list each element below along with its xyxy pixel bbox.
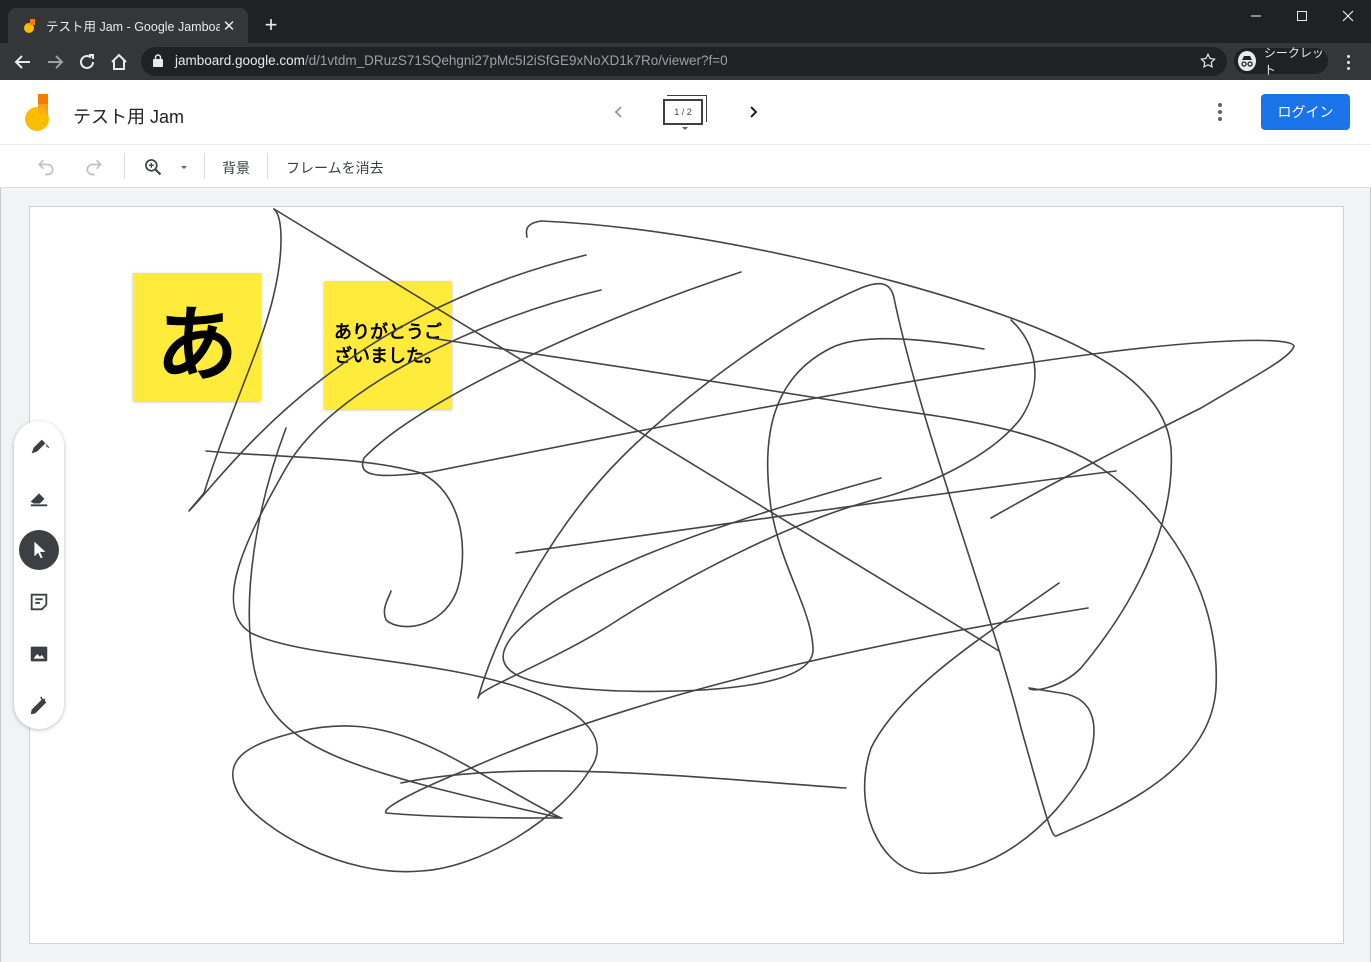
bookmark-star-icon[interactable] — [1199, 52, 1217, 75]
minimize-icon[interactable] — [1233, 0, 1279, 32]
jamboard-favicon-icon — [22, 18, 38, 34]
frame-bar-caret-icon — [682, 127, 688, 130]
document-title[interactable]: テスト用 Jam — [73, 103, 184, 129]
reload-icon[interactable] — [74, 49, 100, 75]
tab-close-icon[interactable]: ✕ — [220, 17, 238, 35]
sticky-note[interactable]: あ — [133, 273, 261, 401]
jamboard-toolbar: 背景 フレームを消去 — [0, 145, 1371, 188]
tab-strip: テスト用 Jam - Google Jamboard ✕ + — [0, 0, 1371, 43]
sticky-note-icon[interactable] — [19, 582, 59, 622]
canvas-area[interactable]: あ ありがとうございました。 — [0, 188, 1371, 962]
zoom-icon[interactable] — [141, 155, 165, 179]
incognito-label: シークレット — [1263, 46, 1324, 77]
url-text[interactable]: jamboard.google.com/d/1vtdm_DRuzS71SQehg… — [175, 53, 728, 68]
frame-counter-label: 1 / 2 — [663, 99, 703, 125]
select-icon[interactable] — [19, 530, 59, 570]
tab-title: テスト用 Jam - Google Jamboard — [46, 20, 220, 34]
pen-icon[interactable] — [19, 426, 59, 466]
redo-icon[interactable] — [82, 155, 106, 179]
background-button[interactable]: 背景 — [222, 158, 250, 178]
clear-frame-button[interactable]: フレームを消去 — [286, 158, 384, 178]
maximize-icon[interactable] — [1279, 0, 1325, 32]
address-bar[interactable]: jamboard.google.com/d/1vtdm_DRuzS71SQehg… — [141, 47, 1227, 76]
more-options-icon[interactable] — [1208, 100, 1232, 124]
browser-toolbar: jamboard.google.com/d/1vtdm_DRuzS71SQehg… — [0, 43, 1371, 80]
toolbar-divider — [124, 153, 125, 179]
jamboard-header: テスト用 Jam 1 / 2 ログイン — [0, 80, 1371, 145]
home-icon[interactable] — [106, 49, 132, 75]
undo-icon[interactable] — [34, 155, 58, 179]
jamboard-logo-icon[interactable] — [24, 94, 52, 132]
sticky-note[interactable]: ありがとうございました。 — [324, 281, 452, 409]
toolbar-divider — [204, 153, 205, 179]
next-frame-icon[interactable] — [741, 100, 765, 124]
image-icon[interactable] — [19, 634, 59, 674]
browser-tab-active[interactable]: テスト用 Jam - Google Jamboard ✕ — [8, 8, 248, 43]
tool-palette — [14, 421, 64, 729]
toolbar-divider — [267, 153, 268, 179]
zoom-dropdown-icon[interactable] — [172, 155, 196, 179]
frame-bar-toggle[interactable]: 1 / 2 — [661, 95, 709, 131]
incognito-icon — [1238, 51, 1256, 71]
window-close-icon[interactable] — [1325, 0, 1371, 32]
login-button[interactable]: ログイン — [1261, 94, 1350, 130]
browser-window: テスト用 Jam - Google Jamboard ✕ + jamboard.… — [0, 0, 1371, 962]
eraser-icon[interactable] — [19, 478, 59, 518]
previous-frame-icon[interactable] — [607, 100, 631, 124]
lock-icon[interactable] — [153, 54, 163, 72]
forward-arrow-icon[interactable] — [42, 49, 68, 75]
jam-frame[interactable]: あ ありがとうございました。 — [29, 206, 1344, 944]
incognito-badge[interactable]: シークレット — [1234, 46, 1328, 77]
chrome-menu-icon[interactable] — [1338, 51, 1358, 73]
new-tab-button[interactable]: + — [258, 13, 284, 39]
back-arrow-icon[interactable] — [10, 49, 36, 75]
laser-icon[interactable] — [19, 686, 59, 726]
